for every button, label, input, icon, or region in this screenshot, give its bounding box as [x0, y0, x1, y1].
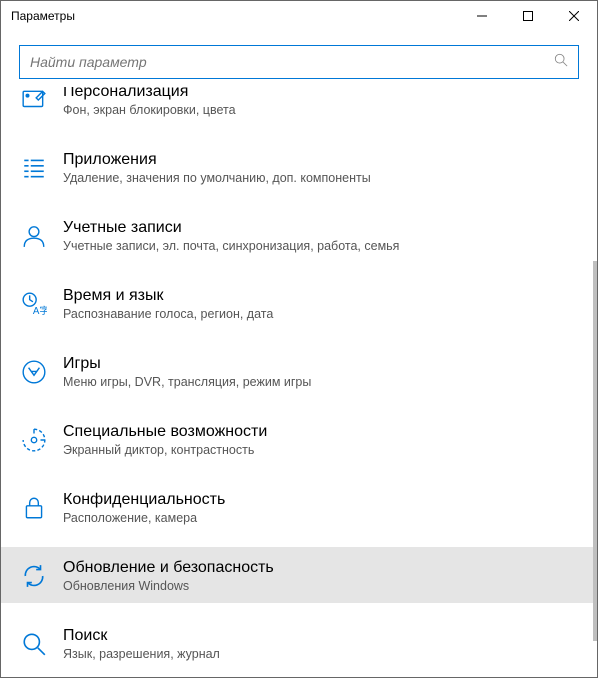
item-title: Персонализация — [63, 87, 579, 101]
maximize-button[interactable] — [505, 1, 551, 31]
search-box[interactable] — [19, 45, 579, 79]
settings-item-accounts[interactable]: Учетные записи Учетные записи, эл. почта… — [1, 207, 597, 263]
settings-item-apps[interactable]: Приложения Удаление, значения по умолчан… — [1, 139, 597, 195]
settings-item-gaming[interactable]: Игры Меню игры, DVR, трансляция, режим и… — [1, 343, 597, 399]
settings-item-privacy[interactable]: Конфиденциальность Расположение, камера — [1, 479, 597, 535]
item-title: Игры — [63, 355, 579, 373]
titlebar: Параметры — [1, 1, 597, 31]
item-title: Учетные записи — [63, 219, 579, 237]
close-button[interactable] — [551, 1, 597, 31]
item-desc: Фон, экран блокировки, цвета — [63, 103, 579, 117]
settings-item-update-security[interactable]: Обновление и безопасность Обновления Win… — [1, 547, 597, 603]
item-desc: Учетные записи, эл. почта, синхронизация… — [63, 239, 579, 253]
apps-icon — [19, 153, 49, 183]
item-title: Поиск — [63, 627, 579, 645]
ease-of-access-icon — [19, 425, 49, 455]
window-controls — [459, 1, 597, 31]
search-category-icon — [19, 629, 49, 659]
settings-item-personalization[interactable]: Персонализация Фон, экран блокировки, цв… — [1, 87, 597, 127]
update-security-icon — [19, 561, 49, 591]
item-title: Приложения — [63, 151, 579, 169]
scrollbar-thumb[interactable] — [593, 261, 597, 641]
accounts-icon — [19, 221, 49, 251]
item-desc: Удаление, значения по умолчанию, доп. ко… — [63, 171, 579, 185]
search-icon — [554, 53, 568, 72]
privacy-icon — [19, 493, 49, 523]
gaming-icon — [19, 357, 49, 387]
item-desc: Обновления Windows — [63, 579, 579, 593]
item-title: Специальные возможности — [63, 423, 579, 441]
minimize-button[interactable] — [459, 1, 505, 31]
svg-text:A字: A字 — [33, 304, 47, 317]
personalization-icon — [19, 87, 49, 115]
scrollbar[interactable] — [593, 261, 597, 679]
window-title: Параметры — [11, 9, 459, 23]
settings-item-ease-of-access[interactable]: Специальные возможности Экранный диктор,… — [1, 411, 597, 467]
item-title: Конфиденциальность — [63, 491, 579, 509]
item-desc: Меню игры, DVR, трансляция, режим игры — [63, 375, 579, 389]
item-title: Время и язык — [63, 287, 579, 305]
settings-item-search[interactable]: Поиск Язык, разрешения, журнал — [1, 615, 597, 671]
item-title: Обновление и безопасность — [63, 559, 579, 577]
settings-list: Персонализация Фон, экран блокировки, цв… — [1, 87, 597, 671]
search-input[interactable] — [30, 54, 554, 70]
settings-item-time-language[interactable]: A字 Время и язык Распознавание голоса, ре… — [1, 275, 597, 331]
item-desc: Язык, разрешения, журнал — [63, 647, 579, 661]
time-language-icon: A字 — [19, 289, 49, 319]
item-desc: Расположение, камера — [63, 511, 579, 525]
item-desc: Экранный диктор, контрастность — [63, 443, 579, 457]
item-desc: Распознавание голоса, регион, дата — [63, 307, 579, 321]
search-container — [19, 45, 579, 79]
